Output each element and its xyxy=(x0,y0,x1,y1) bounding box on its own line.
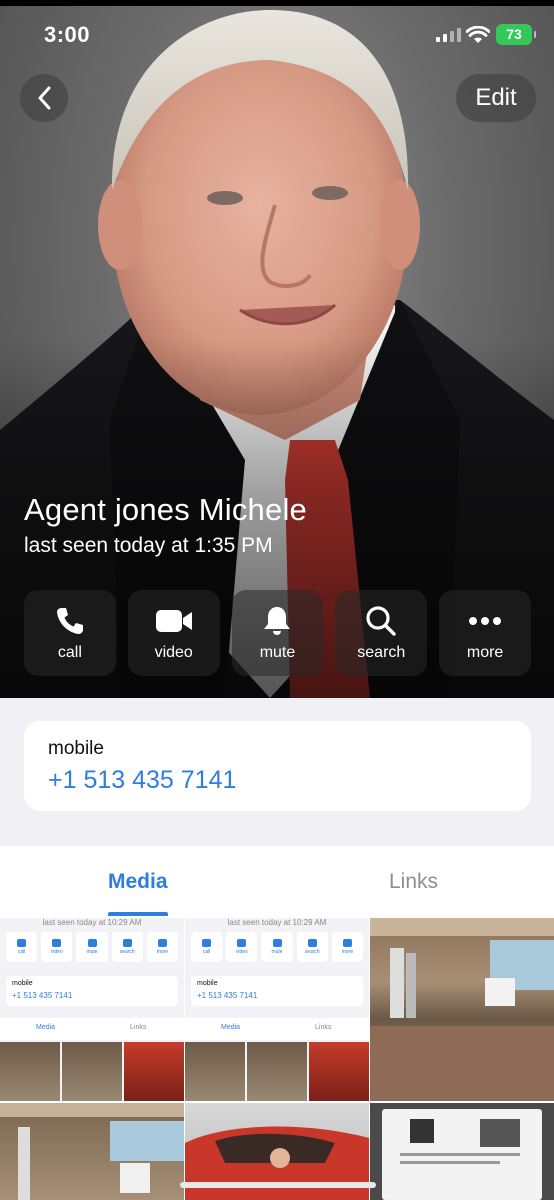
mini-tabs: Media Links xyxy=(0,1018,184,1040)
mini-button: mute xyxy=(261,932,293,962)
more-label: more xyxy=(466,644,504,661)
receipt-photo xyxy=(382,1109,542,1200)
top-band xyxy=(0,0,554,6)
mini-button-label: more xyxy=(156,949,169,955)
patio-photo xyxy=(370,918,554,1101)
phone-type-label: mobile xyxy=(48,738,104,759)
mini-button-label: video xyxy=(235,949,248,955)
media-grid: last seen today at 10:29 AM call video m… xyxy=(0,918,554,1200)
more-button[interactable]: more xyxy=(439,590,531,676)
chevron-left-icon xyxy=(38,86,51,110)
mute-label: mute xyxy=(259,644,296,661)
mini-button: video xyxy=(41,932,73,962)
call-label: call xyxy=(57,644,82,661)
status-time: 3:00 xyxy=(44,22,91,47)
mini-button: mute xyxy=(76,932,108,962)
media-thumbnail[interactable]: last seen today at 10:29 AM call video m… xyxy=(185,918,369,1101)
contact-name: Agent jones Michele xyxy=(24,492,307,527)
mini-last-seen: last seen today at 10:29 AM xyxy=(42,918,142,927)
search-label: search xyxy=(357,644,406,661)
mini-thumbnails xyxy=(185,1042,369,1101)
video-camera-icon xyxy=(155,610,192,632)
mini-button: more xyxy=(331,932,364,962)
mini-action-bar: call video mute search more xyxy=(6,932,179,962)
mini-phone-number: +1 513 435 7141 xyxy=(197,991,258,1000)
mini-phone-number: +1 513 435 7141 xyxy=(12,991,73,1000)
mini-button: search xyxy=(296,932,328,962)
mini-button: call xyxy=(191,932,223,962)
back-button[interactable] xyxy=(20,74,68,122)
last-seen-status: last seen today at 1:35 PM xyxy=(24,534,273,557)
mini-tab-media: Media xyxy=(221,1024,241,1031)
tab-media[interactable]: Media xyxy=(108,870,168,894)
mini-phone-card: mobile +1 513 435 7141 xyxy=(191,976,363,1006)
tab-links[interactable]: Links xyxy=(389,870,438,894)
mini-button-label: more xyxy=(341,949,354,955)
patio-photo xyxy=(0,1103,184,1200)
media-thumbnail[interactable] xyxy=(370,918,554,1101)
phone-icon xyxy=(56,608,83,634)
mini-button-label: video xyxy=(50,949,63,955)
mini-tab-links: Links xyxy=(315,1024,332,1031)
ellipsis-icon xyxy=(469,617,502,625)
mini-phone-card: mobile +1 513 435 7141 xyxy=(6,976,178,1006)
home-indicator[interactable] xyxy=(180,1182,376,1188)
search-button[interactable]: search xyxy=(335,590,428,676)
battery-icon: 73 xyxy=(496,24,536,45)
video-button[interactable]: video xyxy=(127,590,220,676)
media-tabs: Media Links xyxy=(0,846,554,918)
mini-button-label: search xyxy=(304,949,320,955)
mini-button-label: mute xyxy=(271,949,283,955)
mini-action-bar: call video mute search more xyxy=(191,932,364,962)
mini-button-label: call xyxy=(202,949,211,955)
edit-button[interactable]: Edit xyxy=(456,74,536,122)
mini-button-label: search xyxy=(119,949,135,955)
mini-button: more xyxy=(146,932,179,962)
status-bar: 3:00 73 xyxy=(0,10,554,60)
active-tab-indicator xyxy=(108,912,168,916)
mini-button: call xyxy=(6,932,38,962)
bell-icon xyxy=(264,607,291,635)
screenshot-preview: last seen today at 10:29 AM call video m… xyxy=(0,918,184,1101)
mini-tab-media: Media xyxy=(36,1024,56,1031)
mini-mobile-label: mobile xyxy=(197,980,218,987)
mini-last-seen: last seen today at 10:29 AM xyxy=(227,918,327,927)
mini-tab-links: Links xyxy=(130,1024,147,1031)
video-label: video xyxy=(154,644,193,661)
cellular-signal-icon xyxy=(436,28,461,42)
profile-header: 3:00 73 Edit Agent jones Michele last se… xyxy=(0,0,554,698)
wifi-icon xyxy=(466,26,490,43)
mini-tabs: Media Links xyxy=(185,1018,369,1040)
mini-button: video xyxy=(226,932,258,962)
phone-info-card[interactable]: mobile +1 513 435 7141 xyxy=(24,721,531,811)
screenshot-preview: last seen today at 10:29 AM call video m… xyxy=(185,918,369,1101)
media-thumbnail[interactable] xyxy=(0,1103,184,1200)
call-button[interactable]: call xyxy=(24,590,116,676)
mute-button[interactable]: mute xyxy=(231,590,324,676)
phone-number[interactable]: +1 513 435 7141 xyxy=(48,766,236,795)
mini-button-label: call xyxy=(17,949,26,955)
mini-mobile-label: mobile xyxy=(12,980,33,987)
mini-button: search xyxy=(111,932,143,962)
magnifier-icon xyxy=(366,606,396,636)
media-thumbnail[interactable] xyxy=(370,1103,554,1200)
mini-thumbnails xyxy=(0,1042,184,1101)
media-thumbnail[interactable]: last seen today at 10:29 AM call video m… xyxy=(0,918,184,1101)
mini-button-label: mute xyxy=(86,949,98,955)
action-bar: call video mute search more xyxy=(24,590,531,676)
